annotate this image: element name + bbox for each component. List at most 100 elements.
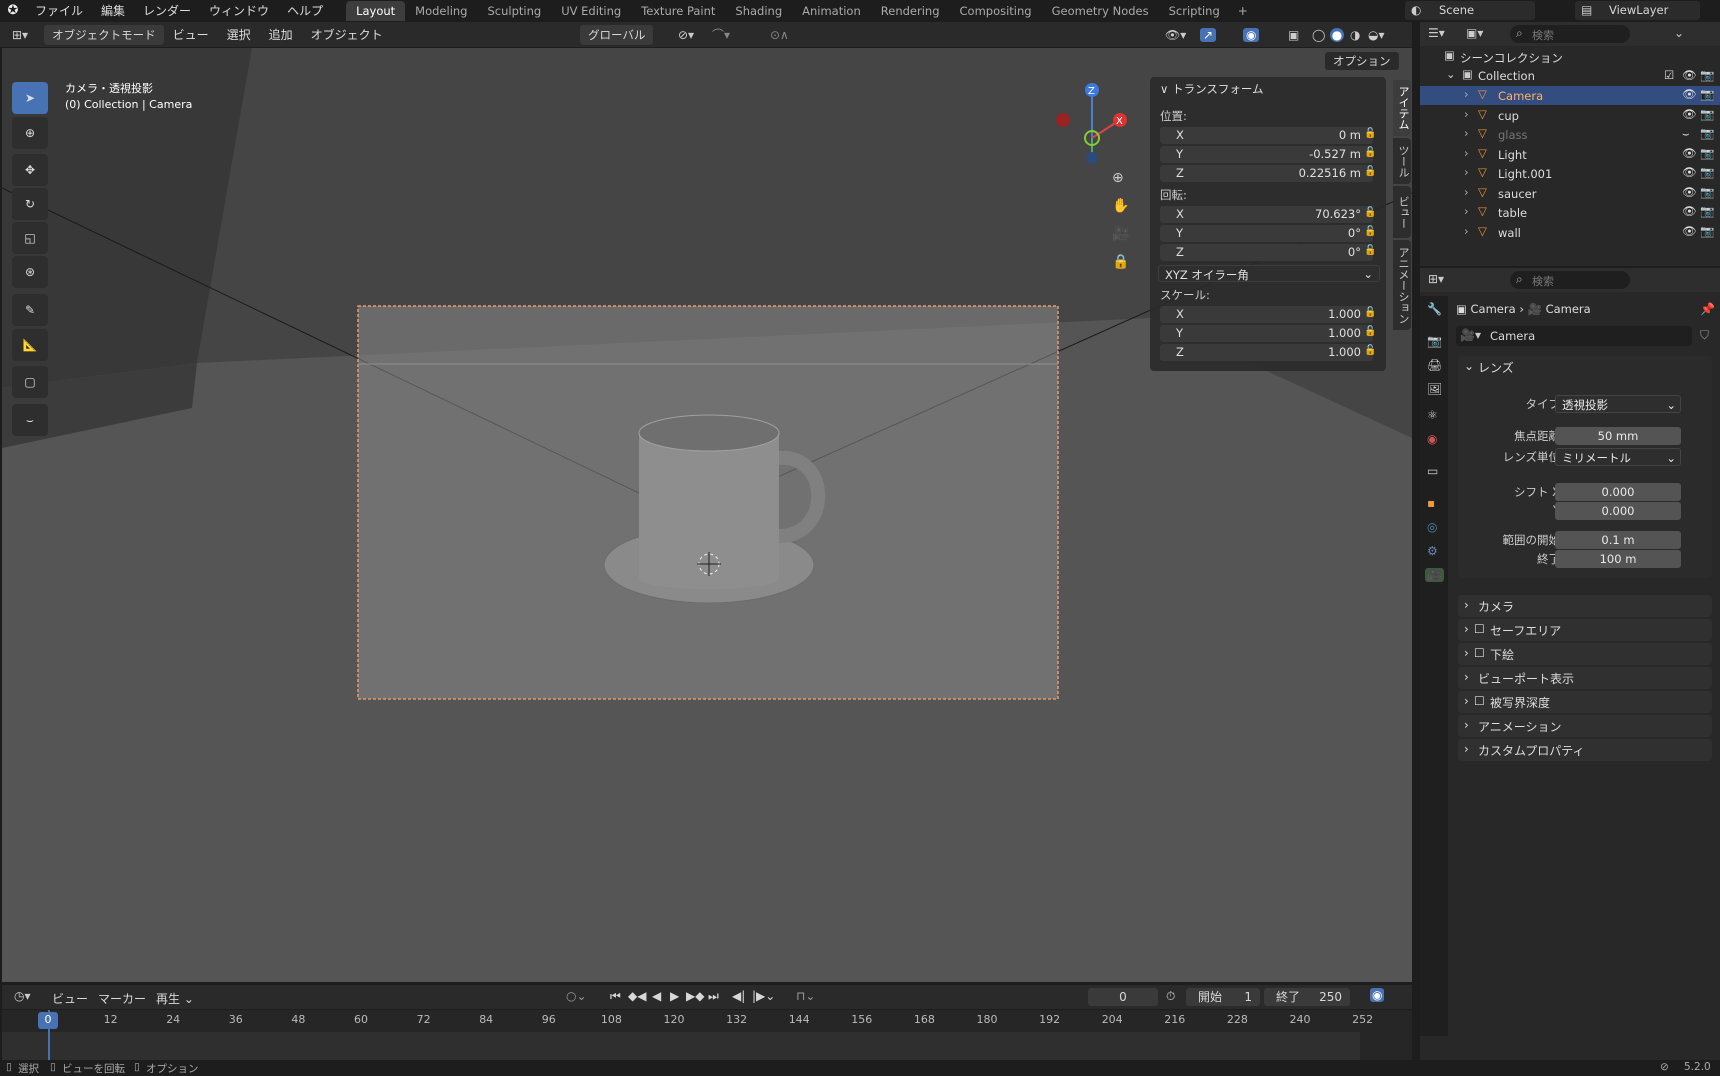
- collection-row[interactable]: ⌄ ▣ Collection ☑ 👁 📷: [1420, 67, 1720, 86]
- section-header[interactable]: ☐ › セーフエリア: [1458, 619, 1712, 641]
- eye-icon[interactable]: 👁: [1682, 107, 1697, 121]
- outliner-item[interactable]: › ▽ Light 👁 📷: [1420, 145, 1720, 164]
- lock-icon[interactable]: 🔓: [1364, 245, 1376, 257]
- prev-frame-icon[interactable]: ◀|: [732, 989, 745, 1003]
- view-layer-selector[interactable]: ▤ ViewLayer: [1575, 1, 1700, 20]
- play-icon[interactable]: ▶: [670, 989, 679, 1003]
- lock-icon[interactable]: 🔓: [1364, 207, 1376, 219]
- clip-start-field[interactable]: 0.1 m: [1555, 531, 1681, 549]
- tab-texture-paint[interactable]: Texture Paint: [631, 1, 725, 21]
- scale-y-field[interactable]: Y 1.000: [1160, 325, 1373, 342]
- rotation-z-field[interactable]: Z 0°: [1160, 244, 1373, 261]
- keyframe-icon[interactable]: ○⌄: [566, 989, 587, 1003]
- location-y-field[interactable]: Y -0.527 m: [1160, 146, 1373, 163]
- scale-tool[interactable]: ◱: [12, 222, 48, 254]
- shading-rendered-icon[interactable]: ◒▾: [1368, 28, 1385, 42]
- physics-tab-icon[interactable]: ◎: [1427, 520, 1437, 534]
- lens-type-select[interactable]: 透視投影 ⌄: [1555, 395, 1681, 413]
- section-header[interactable]: › アニメーション: [1458, 715, 1712, 737]
- shift-y-field[interactable]: 0.000: [1555, 502, 1681, 520]
- eye-icon[interactable]: 👁: [1682, 204, 1697, 218]
- filter-icon[interactable]: ⌄: [1674, 26, 1684, 40]
- start-frame-field[interactable]: 開始 1: [1186, 988, 1260, 1006]
- scene-collection-row[interactable]: ▣ シーンコレクション: [1420, 48, 1720, 67]
- rotation-x-field[interactable]: X 70.623°: [1160, 206, 1373, 223]
- tab-rendering[interactable]: Rendering: [871, 1, 950, 21]
- section-header[interactable]: › カスタムプロパティ: [1458, 739, 1712, 761]
- editor-type-icon[interactable]: ◷▾: [14, 989, 31, 1003]
- xray-icon[interactable]: ▣: [1288, 28, 1299, 42]
- menu-object[interactable]: オブジェクト: [302, 26, 392, 43]
- eye-icon[interactable]: 👁: [1682, 185, 1697, 199]
- next-keyframe-icon[interactable]: ▶◆: [686, 989, 704, 1003]
- outliner-item[interactable]: › ▽ table 👁 📷: [1420, 203, 1720, 222]
- menu-window[interactable]: ウィンドウ: [200, 2, 278, 19]
- menu-help[interactable]: ヘルプ: [278, 2, 332, 19]
- rotation-mode-select[interactable]: XYZ オイラー角 ⌄: [1158, 265, 1380, 282]
- overlay-toggle-icon[interactable]: ◉: [1243, 27, 1260, 42]
- pan-hand-icon[interactable]: ✋: [1112, 198, 1129, 214]
- menu-view[interactable]: ビュー: [164, 26, 218, 43]
- properties-search-input[interactable]: ⌕ 検索: [1510, 271, 1630, 289]
- shading-material-icon[interactable]: ◑: [1350, 28, 1360, 42]
- tab-animation[interactable]: Animation: [792, 1, 871, 21]
- sync-icon[interactable]: ◉: [1370, 988, 1385, 1002]
- current-frame-field[interactable]: 0: [1088, 988, 1158, 1006]
- menu-edit[interactable]: 編集: [92, 2, 134, 19]
- constraints-tab-icon[interactable]: ⚙: [1427, 544, 1438, 558]
- eye-icon[interactable]: ⌣: [1682, 126, 1690, 141]
- editor-type-icon[interactable]: ☰▾: [1428, 26, 1445, 40]
- blender-logo-icon[interactable]: ✪: [0, 3, 26, 18]
- end-frame-field[interactable]: 終了 250: [1264, 988, 1350, 1006]
- transform-header[interactable]: ∨ トランスフォーム: [1160, 81, 1264, 97]
- location-x-field[interactable]: X 0 m: [1160, 127, 1373, 144]
- jump-end-icon[interactable]: ⏭: [708, 989, 719, 1004]
- breadcrumb-data[interactable]: Camera: [1546, 302, 1591, 316]
- collection-tab-icon[interactable]: ▭: [1427, 464, 1438, 478]
- focal-length-field[interactable]: 50 mm: [1555, 427, 1681, 445]
- scene-tab-icon[interactable]: ⚛: [1427, 408, 1438, 422]
- chevron-right-icon[interactable]: ›: [1464, 185, 1469, 199]
- lock-icon[interactable]: 🔓: [1364, 226, 1376, 238]
- chevron-right-icon[interactable]: ›: [1464, 126, 1469, 140]
- output-tab-icon[interactable]: 🖨: [1427, 358, 1442, 372]
- outliner-item[interactable]: › ▽ cup 👁 📷: [1420, 106, 1720, 125]
- annotate-tool[interactable]: ✎: [12, 294, 48, 326]
- play-reverse-icon[interactable]: ◀: [652, 989, 661, 1003]
- visibility-icon[interactable]: 👁▾: [1165, 28, 1186, 42]
- menu-render[interactable]: レンダー: [134, 2, 200, 19]
- camera-render-icon[interactable]: 📷: [1700, 107, 1714, 121]
- camera-render-icon[interactable]: 📷: [1700, 204, 1714, 218]
- location-z-field[interactable]: Z 0.22516 m: [1160, 165, 1373, 182]
- tab-animation-panel[interactable]: アニメーション: [1393, 240, 1411, 330]
- editor-type-icon[interactable]: ⊞▾: [0, 28, 40, 42]
- tab-sculpting[interactable]: Sculpting: [477, 1, 551, 21]
- tab-shading[interactable]: Shading: [725, 1, 792, 21]
- chevron-right-icon[interactable]: ›: [1464, 107, 1469, 121]
- transform-tool[interactable]: ⊛: [12, 256, 48, 288]
- camera-render-icon[interactable]: 📷: [1700, 224, 1714, 238]
- checkbox-icon[interactable]: ☑: [1664, 68, 1674, 82]
- eye-icon[interactable]: 👁: [1682, 87, 1697, 101]
- snap-icon[interactable]: ⌒▾: [712, 26, 730, 43]
- scale-x-field[interactable]: X 1.000: [1160, 306, 1373, 323]
- cursor-tool[interactable]: ⊕: [12, 117, 48, 149]
- eye-icon[interactable]: 👁: [1682, 68, 1697, 82]
- editor-type-icon[interactable]: ⊞▾: [1428, 272, 1444, 286]
- outliner-item[interactable]: › ▽ Light.001 👁 📷: [1420, 164, 1720, 183]
- object-tab-icon[interactable]: ▪: [1427, 496, 1435, 510]
- rotate-tool[interactable]: ↻: [12, 188, 48, 220]
- camera-datablock-field[interactable]: 🎥▾ Camera: [1456, 326, 1692, 346]
- render-tab-icon[interactable]: 📷: [1427, 334, 1442, 348]
- camera-render-icon[interactable]: 📷: [1700, 165, 1714, 179]
- tab-scripting[interactable]: Scripting: [1159, 1, 1230, 21]
- menu-file[interactable]: ファイル: [26, 2, 92, 19]
- jump-start-icon[interactable]: ⏮: [610, 989, 621, 1004]
- auto-key-icon[interactable]: ⊓⌄: [796, 989, 815, 1003]
- tab-modeling[interactable]: Modeling: [405, 1, 477, 21]
- fake-user-shield-icon[interactable]: ⛉: [1700, 328, 1709, 343]
- camera-render-icon[interactable]: 📷: [1700, 87, 1714, 101]
- section-header[interactable]: ☐ › 下絵: [1458, 643, 1712, 665]
- tab-tool[interactable]: ツール: [1393, 138, 1411, 184]
- section-checkbox[interactable]: ☐: [1474, 622, 1485, 636]
